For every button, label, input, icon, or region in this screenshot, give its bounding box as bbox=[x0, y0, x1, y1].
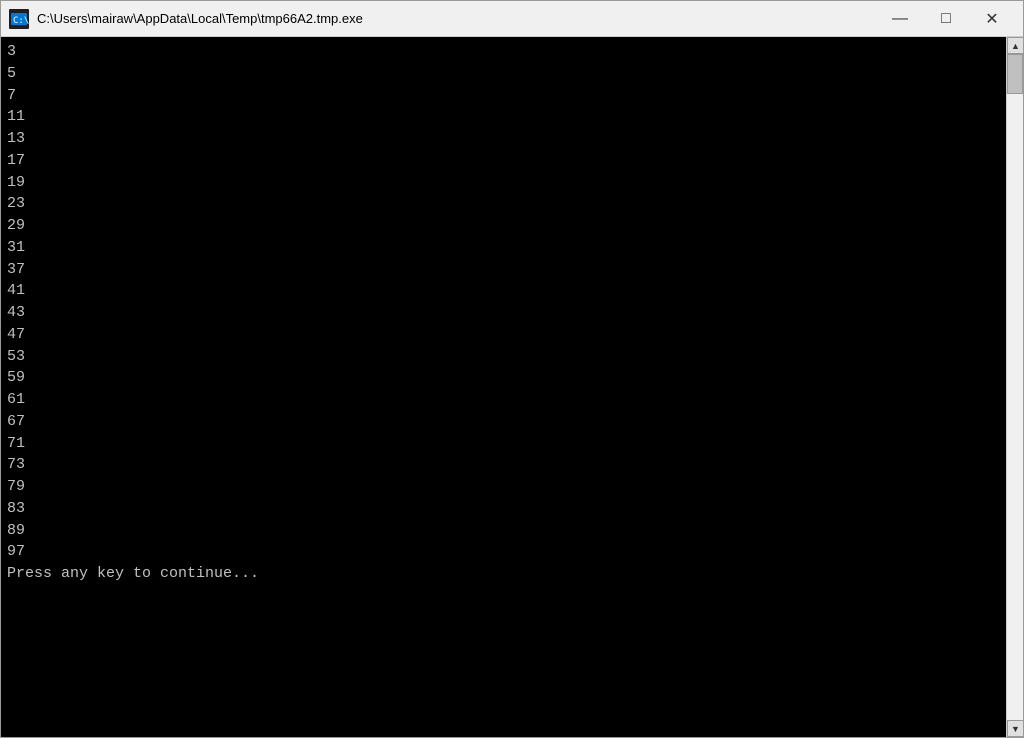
scrollbar[interactable]: ▲ ▼ bbox=[1006, 37, 1023, 737]
console-line: Press any key to continue... bbox=[7, 563, 1000, 585]
console-line: 13 bbox=[7, 128, 1000, 150]
console-line: 83 bbox=[7, 498, 1000, 520]
console-line: 31 bbox=[7, 237, 1000, 259]
console-line: 61 bbox=[7, 389, 1000, 411]
console-line: 29 bbox=[7, 215, 1000, 237]
scrollbar-thumb[interactable] bbox=[1007, 54, 1023, 94]
console-window: C:\ C:\Users\mairaw\AppData\Local\Temp\t… bbox=[0, 0, 1024, 738]
scrollbar-track[interactable] bbox=[1007, 54, 1023, 720]
console-line: 67 bbox=[7, 411, 1000, 433]
console-line: 71 bbox=[7, 433, 1000, 455]
console-line: 53 bbox=[7, 346, 1000, 368]
console-line: 47 bbox=[7, 324, 1000, 346]
svg-text:C:\: C:\ bbox=[13, 16, 29, 26]
app-icon: C:\ bbox=[9, 9, 29, 29]
console-line: 43 bbox=[7, 302, 1000, 324]
close-button[interactable]: ✕ bbox=[969, 3, 1015, 35]
window-title: C:\Users\mairaw\AppData\Local\Temp\tmp66… bbox=[37, 11, 877, 26]
console-line: 23 bbox=[7, 193, 1000, 215]
console-line: 7 bbox=[7, 85, 1000, 107]
maximize-button[interactable]: □ bbox=[923, 3, 969, 35]
console-line: 3 bbox=[7, 41, 1000, 63]
console-line: 41 bbox=[7, 280, 1000, 302]
console-line: 5 bbox=[7, 63, 1000, 85]
console-line: 17 bbox=[7, 150, 1000, 172]
console-line: 59 bbox=[7, 367, 1000, 389]
console-line: 89 bbox=[7, 520, 1000, 542]
console-area: 3571113171923293137414347535961677173798… bbox=[1, 37, 1023, 737]
console-line: 37 bbox=[7, 259, 1000, 281]
scroll-up-button[interactable]: ▲ bbox=[1007, 37, 1023, 54]
console-line: 97 bbox=[7, 541, 1000, 563]
console-line: 11 bbox=[7, 106, 1000, 128]
window-controls: — □ ✕ bbox=[877, 3, 1015, 35]
console-output: 3571113171923293137414347535961677173798… bbox=[1, 37, 1006, 737]
minimize-button[interactable]: — bbox=[877, 3, 923, 35]
console-line: 19 bbox=[7, 172, 1000, 194]
console-line: 79 bbox=[7, 476, 1000, 498]
scroll-down-button[interactable]: ▼ bbox=[1007, 720, 1023, 737]
title-bar: C:\ C:\Users\mairaw\AppData\Local\Temp\t… bbox=[1, 1, 1023, 37]
console-line: 73 bbox=[7, 454, 1000, 476]
